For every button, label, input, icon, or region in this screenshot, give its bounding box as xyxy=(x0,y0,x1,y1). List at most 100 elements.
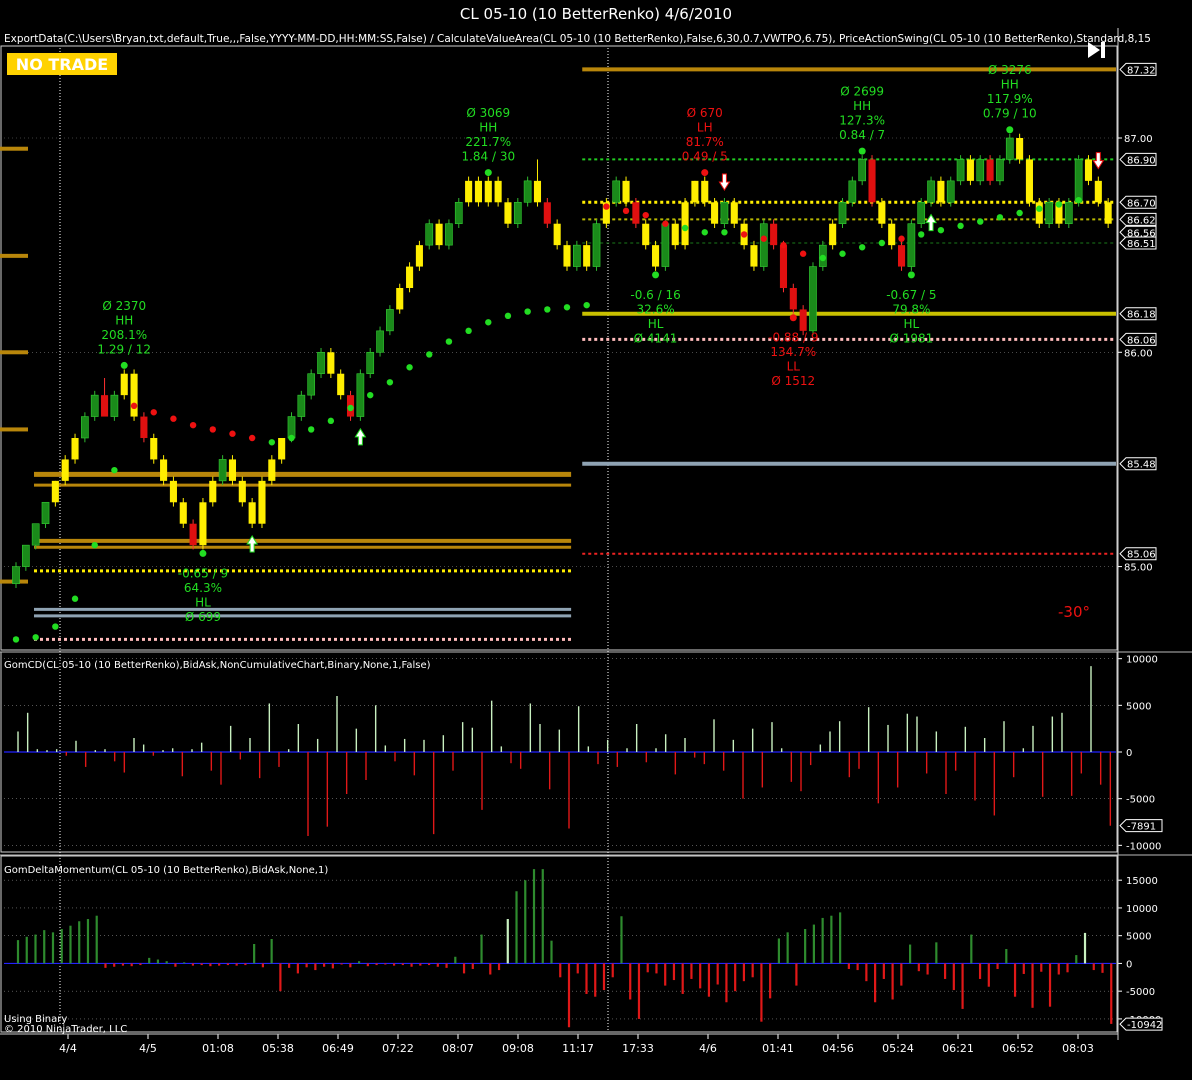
trail-dot xyxy=(209,426,216,433)
candle xyxy=(730,198,738,228)
candle-body xyxy=(228,459,237,481)
end-bar-icon xyxy=(1101,42,1105,58)
indicator-tick-label: 0 xyxy=(1126,748,1132,759)
x-tick-label: 06:49 xyxy=(322,1042,354,1055)
candle-body xyxy=(356,373,365,417)
price-tag: 87.32 xyxy=(1119,62,1157,76)
candle xyxy=(1104,198,1112,228)
candle-body xyxy=(789,288,797,310)
candle xyxy=(779,240,788,293)
candle xyxy=(720,198,729,228)
candle xyxy=(160,455,168,486)
trail-dot xyxy=(662,220,669,227)
swing-dot xyxy=(484,169,492,177)
x-tick-label: 05:38 xyxy=(262,1042,294,1055)
candle xyxy=(1025,155,1033,207)
candle xyxy=(897,240,906,271)
candle-body xyxy=(81,416,89,439)
candle-body xyxy=(160,459,168,481)
trail-dot xyxy=(268,439,276,446)
signal-arrows xyxy=(246,152,1105,553)
candle xyxy=(533,159,542,207)
swing-text: Ø 3069 xyxy=(466,106,510,120)
price-tag: 86.18 xyxy=(1119,307,1157,321)
candle xyxy=(956,155,965,186)
candle-body xyxy=(209,480,217,503)
trail-dot xyxy=(1036,205,1043,212)
swing-dot xyxy=(199,549,207,557)
candle xyxy=(612,176,621,207)
y-tick-label: 85.00 xyxy=(1124,563,1153,574)
x-tick-label: 11:17 xyxy=(562,1042,594,1055)
trail-dot xyxy=(918,231,925,238)
swing-text: HL xyxy=(904,317,920,331)
candle-body xyxy=(41,501,50,525)
candle-body xyxy=(366,351,375,375)
trail-dot xyxy=(603,203,610,210)
candle xyxy=(701,176,709,207)
y-tick-label: 87.00 xyxy=(1124,134,1153,145)
swing-text: Ø 699 xyxy=(185,610,221,624)
candle xyxy=(1064,198,1073,228)
chart-canvas[interactable]: Ø 2370HH208.1%1.29 / 12Ø 3069HH221.7%1.8… xyxy=(0,0,1192,1080)
candle-body xyxy=(563,245,571,267)
swing-text: LL xyxy=(787,360,801,374)
candle-body xyxy=(986,159,994,181)
x-tick-label: 06:52 xyxy=(1002,1042,1034,1055)
candle xyxy=(878,198,886,228)
candle-body xyxy=(946,180,955,203)
x-tick-label: 08:03 xyxy=(1062,1042,1094,1055)
candle xyxy=(317,348,325,378)
buy-arrow-icon xyxy=(354,427,367,446)
indicator-tick-label: -5000 xyxy=(1126,795,1155,806)
swing-dot xyxy=(120,361,128,369)
swing-text: 0.79 / 10 xyxy=(983,107,1037,121)
candle xyxy=(592,219,601,271)
y-tick-label: 86.00 xyxy=(1124,348,1153,359)
candle-body xyxy=(474,180,482,203)
swing-text: 127.3% xyxy=(839,114,885,128)
candle-body xyxy=(956,159,965,182)
trail-dot xyxy=(583,301,590,309)
candle-body xyxy=(897,245,906,267)
candle xyxy=(337,369,345,400)
candle xyxy=(81,412,89,443)
x-tick-label: 4/4 xyxy=(59,1042,77,1055)
candle-body xyxy=(1035,202,1043,224)
sell-arrow-icon xyxy=(718,173,731,191)
trail-dot xyxy=(189,421,197,429)
trail-dot xyxy=(977,218,984,225)
indicator-tag-label: -10942 xyxy=(1127,1020,1162,1031)
x-tick-label: 01:08 xyxy=(202,1042,234,1055)
candle xyxy=(101,378,109,417)
trail-dot xyxy=(937,226,945,234)
candle-body xyxy=(150,438,158,460)
candle xyxy=(31,523,40,550)
candle xyxy=(12,562,20,588)
candle-body xyxy=(504,202,512,224)
candle xyxy=(907,219,916,271)
candle xyxy=(770,219,778,250)
trail-dot xyxy=(858,244,866,251)
buy-arrow-icon xyxy=(925,213,937,232)
candle xyxy=(209,476,217,507)
swing-text: Ø 3276 xyxy=(988,63,1032,77)
trailing-stop-dots xyxy=(12,196,1082,643)
x-tick-label: 07:22 xyxy=(382,1042,414,1055)
trail-dot xyxy=(760,235,767,242)
candle-body xyxy=(572,244,581,267)
footer-copyright: © 2010 NinjaTrader, LLC xyxy=(4,1024,127,1035)
swing-dot xyxy=(789,314,797,322)
candle-body xyxy=(917,201,926,225)
candle-body xyxy=(868,159,876,203)
swing-text: 64.3% xyxy=(184,581,222,595)
candle xyxy=(189,519,197,550)
candle-body xyxy=(110,394,119,417)
candle-body xyxy=(21,544,30,567)
candle-body xyxy=(287,416,296,439)
price-tag-label: 86.18 xyxy=(1127,310,1156,321)
candle-body xyxy=(671,223,679,246)
x-tick-label: 4/5 xyxy=(139,1042,157,1055)
candle-body xyxy=(829,223,837,246)
candle xyxy=(750,240,758,271)
